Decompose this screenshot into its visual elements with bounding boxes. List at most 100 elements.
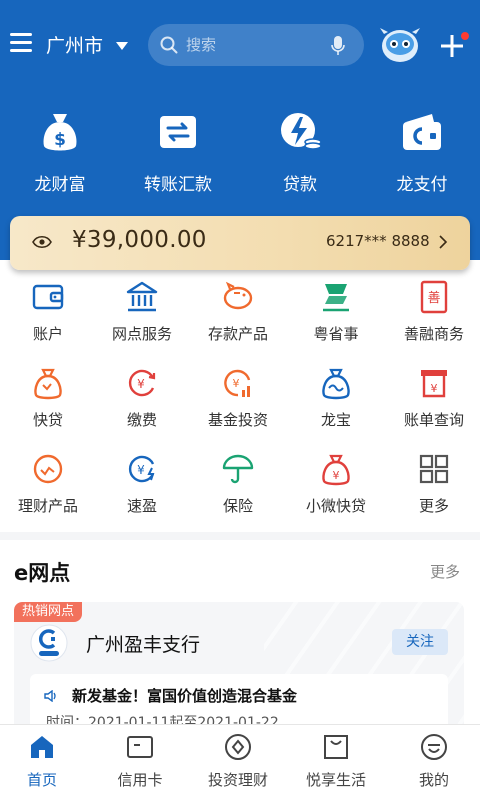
service-label: 更多: [418, 497, 449, 515]
svg-text:¥: ¥: [233, 377, 240, 390]
profile-icon: [421, 734, 447, 760]
hero-item-loan[interactable]: 贷款: [240, 108, 360, 195]
service-label: 小微快贷: [305, 497, 366, 515]
balance-amount: ¥39,000.00: [72, 227, 207, 253]
section-divider: [0, 532, 480, 540]
service-more[interactable]: 更多: [386, 448, 480, 516]
search-input[interactable]: [186, 30, 326, 60]
mascot-avatar-icon[interactable]: [378, 24, 422, 64]
service-label: 账单查询: [403, 411, 464, 429]
hero-item-wealth[interactable]: $ 龙财富: [0, 108, 120, 195]
tab-life[interactable]: 悦享生活: [288, 733, 384, 790]
balance-card[interactable]: ¥39,000.00 6217*** 8888: [10, 216, 470, 270]
service-label: 存款产品: [207, 325, 268, 343]
hot-branch-badge: 热销网点: [14, 602, 83, 622]
service-micro-loan[interactable]: ¥ 小微快贷: [288, 448, 384, 516]
transfer-icon: [160, 116, 196, 148]
notification-dot: [461, 32, 469, 40]
yue-icon: [323, 284, 349, 312]
fund-icon: ¥: [224, 369, 251, 397]
bottom-tab-bar: 首页 信用卡 投资理财 悦享生活 我的: [0, 724, 480, 800]
svg-text:¥: ¥: [431, 382, 438, 395]
service-row: 快贷 ¥ 缴费 ¥ 基金投资 龙宝 ¥ 账单查询: [0, 362, 480, 448]
city-selector[interactable]: 广州市: [46, 33, 103, 59]
service-suying[interactable]: ¥ 速盈: [94, 448, 190, 516]
tab-investment[interactable]: 投资理财: [190, 733, 286, 790]
menu-icon[interactable]: [10, 33, 34, 57]
piggy-bank-icon: [223, 281, 253, 310]
service-label: 善融商务: [403, 325, 464, 343]
hero-label: 龙支付: [396, 175, 448, 195]
eye-icon[interactable]: [32, 235, 52, 249]
quick-loan-icon: [34, 368, 62, 400]
svg-text:善: 善: [427, 290, 440, 306]
payment-icon: ¥: [128, 369, 156, 397]
wallet-icon: [403, 114, 441, 150]
service-branch[interactable]: 网点服务: [94, 276, 190, 344]
service-longbao[interactable]: 龙宝: [288, 362, 384, 430]
svg-text:$: $: [54, 130, 66, 150]
tab-label: 投资理财: [207, 771, 268, 789]
home-icon: [31, 736, 53, 758]
service-label: 龙宝: [320, 411, 351, 429]
tab-label: 悦享生活: [305, 771, 366, 789]
svg-text:¥: ¥: [137, 377, 145, 391]
shan-icon: 善: [420, 280, 448, 314]
service-quick-loan[interactable]: 快贷: [0, 362, 96, 430]
branch-name: 广州盈丰支行: [86, 634, 201, 656]
caret-down-icon[interactable]: [116, 42, 128, 50]
service-row: 理财产品 ¥ 速盈 保险 ¥ 小微快贷 更多: [0, 448, 480, 534]
tab-label: 首页: [26, 771, 57, 789]
wallet-icon: [32, 284, 64, 310]
hero-item-pay[interactable]: 龙支付: [362, 108, 480, 195]
svg-text:¥: ¥: [137, 463, 145, 477]
service-label: 基金投资: [207, 411, 268, 429]
tab-credit-card[interactable]: 信用卡: [92, 733, 188, 790]
service-row: 账户 网点服务 存款产品 粤省事 善 善融商务: [0, 276, 480, 362]
suying-icon: ¥: [128, 455, 155, 483]
top-bar: 广州市: [0, 0, 480, 90]
umbrella-icon: [222, 454, 254, 484]
hero-label: 转账汇款: [144, 175, 212, 195]
service-deposit[interactable]: 存款产品: [190, 276, 286, 344]
microphone-icon[interactable]: [330, 35, 346, 57]
longbao-icon: [322, 368, 350, 400]
service-bill[interactable]: ¥ 账单查询: [386, 362, 480, 430]
tab-profile[interactable]: 我的: [386, 733, 480, 790]
service-label: 快贷: [32, 411, 63, 429]
service-label: 账户: [32, 325, 63, 343]
service-label: 缴费: [126, 411, 157, 429]
service-label: 保险: [222, 497, 253, 515]
service-account[interactable]: 账户: [0, 276, 96, 344]
follow-button[interactable]: 关注: [392, 629, 448, 655]
service-label: 速盈: [126, 497, 157, 515]
chevron-right-icon[interactable]: [438, 234, 448, 250]
shopping-bag-icon: [324, 735, 348, 759]
hero-item-transfer[interactable]: 转账汇款: [118, 108, 238, 195]
bank-icon: [126, 281, 158, 312]
grid-more-icon: [419, 454, 449, 484]
search-bar[interactable]: [148, 24, 364, 66]
tab-label: 信用卡: [117, 771, 163, 789]
svg-text:¥: ¥: [333, 469, 340, 482]
service-shanrong[interactable]: 善 善融商务: [386, 276, 480, 344]
service-label: 粤省事: [313, 325, 359, 343]
service-wealth[interactable]: 理财产品: [0, 448, 96, 516]
tab-home[interactable]: 首页: [0, 733, 90, 790]
enet-more-link[interactable]: 更多: [430, 561, 460, 582]
money-bag-icon: $: [43, 114, 77, 151]
service-label: 网点服务: [111, 325, 172, 343]
loan-icon: [281, 113, 322, 150]
hero-label: 贷款: [283, 175, 317, 195]
service-yue[interactable]: 粤省事: [288, 276, 384, 344]
search-icon: [160, 36, 178, 54]
branch-card[interactable]: 热销网点 广州盈丰支行 关注 新发基金！富国价值创造混合基金 时间：2021-0…: [14, 602, 464, 732]
service-fund[interactable]: ¥ 基金投资: [190, 362, 286, 430]
enet-section-title: e网点: [14, 561, 71, 585]
service-payment[interactable]: ¥ 缴费: [94, 362, 190, 430]
credit-card-icon: [127, 736, 153, 758]
tab-label: 我的: [418, 771, 449, 789]
card-number: 6217*** 8888: [326, 232, 430, 250]
speaker-icon: [44, 690, 56, 702]
service-insurance[interactable]: 保险: [190, 448, 286, 516]
